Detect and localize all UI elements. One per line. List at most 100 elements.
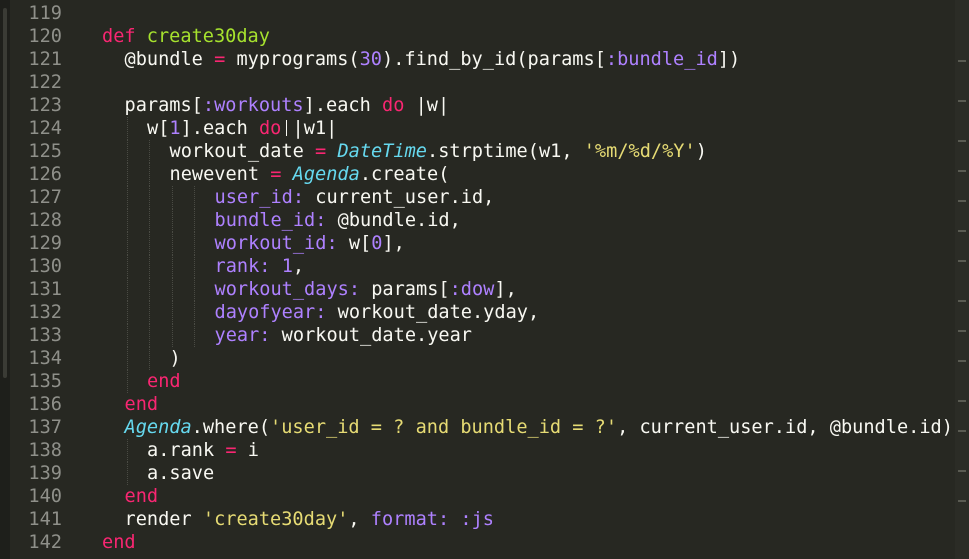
indent-guide <box>194 209 195 232</box>
indent-guide <box>126 301 128 324</box>
code-token-plain: workout_date.year <box>270 325 472 346</box>
code-text: @bundle = myprograms(30).find_by_id(para… <box>125 48 741 71</box>
line-number: 122 <box>28 72 62 93</box>
code-line[interactable]: 135 end <box>0 370 969 393</box>
code-line[interactable]: 129 workout_id: w[0], <box>0 232 969 255</box>
indent-guide <box>126 140 128 163</box>
code-text: user_id: current_user.id, <box>215 186 495 209</box>
code-token-constant: :workouts <box>202 95 304 116</box>
code-line[interactable]: 121 @bundle = myprograms(30).find_by_id(p… <box>0 48 969 71</box>
indent-guide <box>171 324 173 347</box>
code-text: end <box>125 485 159 508</box>
code-token-keyword: do <box>382 95 405 116</box>
line-number: 123 <box>28 95 62 116</box>
indent-guide <box>194 232 195 255</box>
code-lines[interactable]: 119 120 def create30day 121 @bundle = myprog… <box>0 2 969 554</box>
code-line[interactable]: 123 params[:workouts].each do |w| <box>0 94 969 117</box>
code-text: workout_date = DateTime.strptime(w1, '%m… <box>170 140 707 163</box>
minimap-line <box>958 330 966 332</box>
code-token-plain: , <box>292 256 305 277</box>
code-token-keyword: = <box>214 49 226 70</box>
code-line[interactable]: 141 render 'create30day', format: :js <box>0 508 969 531</box>
indent-guide <box>126 163 128 186</box>
code-token-plain: workout_date <box>169 141 316 162</box>
code-token-plain: .create( <box>359 164 450 185</box>
code-line[interactable]: 130 rank: 1, <box>0 255 969 278</box>
code-line[interactable]: 132 dayofyear: workout_date.yday, <box>0 301 969 324</box>
line-number: 128 <box>28 210 62 231</box>
code-token-class-name: Agenda <box>124 417 192 438</box>
code-line[interactable]: 124 w[1].each do |w1| <box>0 117 969 140</box>
code-token-plain: ], <box>494 279 517 300</box>
code-token-plain: |w| <box>404 95 450 116</box>
code-token-string: 'create30day' <box>202 509 349 530</box>
line-number: 138 <box>28 440 62 461</box>
code-token-plain: workout_date.yday, <box>326 302 540 323</box>
code-line[interactable]: 131 workout_days: params[:dow], <box>0 278 969 301</box>
code-line[interactable]: 126 newevent = Agenda.create( <box>0 163 969 186</box>
code-line[interactable]: 134) <box>0 347 969 370</box>
code-text: newevent = Agenda.create( <box>170 163 450 186</box>
code-token-function-name: create30day <box>146 26 270 47</box>
code-token-plain: ) <box>169 348 181 369</box>
line-number: 130 <box>28 256 62 277</box>
code-line[interactable]: 133 year: workout_date.year <box>0 324 969 347</box>
line-number: 139 <box>28 463 62 484</box>
code-line[interactable]: 139 a.save <box>0 462 969 485</box>
text-cursor <box>286 120 287 136</box>
code-text: params[:workouts].each do |w| <box>125 94 450 117</box>
code-line[interactable]: 119 <box>0 2 969 25</box>
code-line[interactable]: 122 <box>0 71 969 94</box>
indent-guide <box>194 278 195 301</box>
code-token-plain: current_user.id, <box>304 187 495 208</box>
code-token-plain: .strptime(w1, <box>427 141 584 162</box>
line-number: 132 <box>28 302 62 323</box>
code-token-plain: @bundle <box>124 49 215 70</box>
code-line[interactable]: 140 end <box>0 485 969 508</box>
code-token-keyword: = <box>225 440 237 461</box>
line-number: 126 <box>28 164 62 185</box>
code-token-plain: .where( <box>191 417 271 438</box>
code-line[interactable]: 125 workout_date = DateTime.strptime(w1, … <box>0 140 969 163</box>
indent-guide <box>149 209 150 232</box>
indent-guide <box>194 186 195 209</box>
line-number: 141 <box>28 509 62 530</box>
code-line[interactable]: 138 a.rank = i <box>0 439 969 462</box>
code-token-plain: @bundle.id, <box>326 210 461 231</box>
code-editor[interactable]: 119 120 def create30day 121 @bundle = myprog… <box>0 0 969 559</box>
code-line[interactable]: 128 bundle_id: @bundle.id, <box>0 209 969 232</box>
code-token-plain: a.rank <box>147 440 226 461</box>
code-line[interactable]: 120 def create30day <box>0 25 969 48</box>
indent-guide <box>149 347 150 370</box>
indent-guide <box>149 278 150 301</box>
minimap-line <box>958 260 966 262</box>
line-number: 140 <box>28 486 62 507</box>
line-number: 135 <box>28 371 62 392</box>
code-line[interactable]: 127 user_id: current_user.id, <box>0 186 969 209</box>
code-text: year: workout_date.year <box>215 324 472 347</box>
minimap-line <box>958 100 966 102</box>
code-line[interactable]: 136 end <box>0 393 969 416</box>
code-line[interactable]: 142 end <box>0 531 969 554</box>
minimap-line <box>958 60 966 62</box>
line-number: 127 <box>28 187 62 208</box>
code-token-plain: , current_user.id, @bundle.id) <box>617 417 953 438</box>
code-token-keyword: do <box>258 118 282 139</box>
code-token-keyword: end <box>147 371 181 392</box>
indent-guide <box>194 324 195 347</box>
indent-guide <box>171 209 173 232</box>
indent-guide <box>194 255 195 278</box>
code-line[interactable]: 137 Agenda.where('user_id = ? and bundle_… <box>0 416 969 439</box>
code-token-keyword: end <box>124 394 159 415</box>
code-token-class-name: DateTime <box>337 141 427 162</box>
indent-guide <box>126 232 128 255</box>
code-token-plain: |w1| <box>281 118 338 139</box>
code-token-plain: ]) <box>717 49 741 70</box>
minimap[interactable] <box>955 0 969 559</box>
code-text: workout_days: params[:dow], <box>215 278 517 301</box>
code-token-plain: params[ <box>360 279 450 300</box>
